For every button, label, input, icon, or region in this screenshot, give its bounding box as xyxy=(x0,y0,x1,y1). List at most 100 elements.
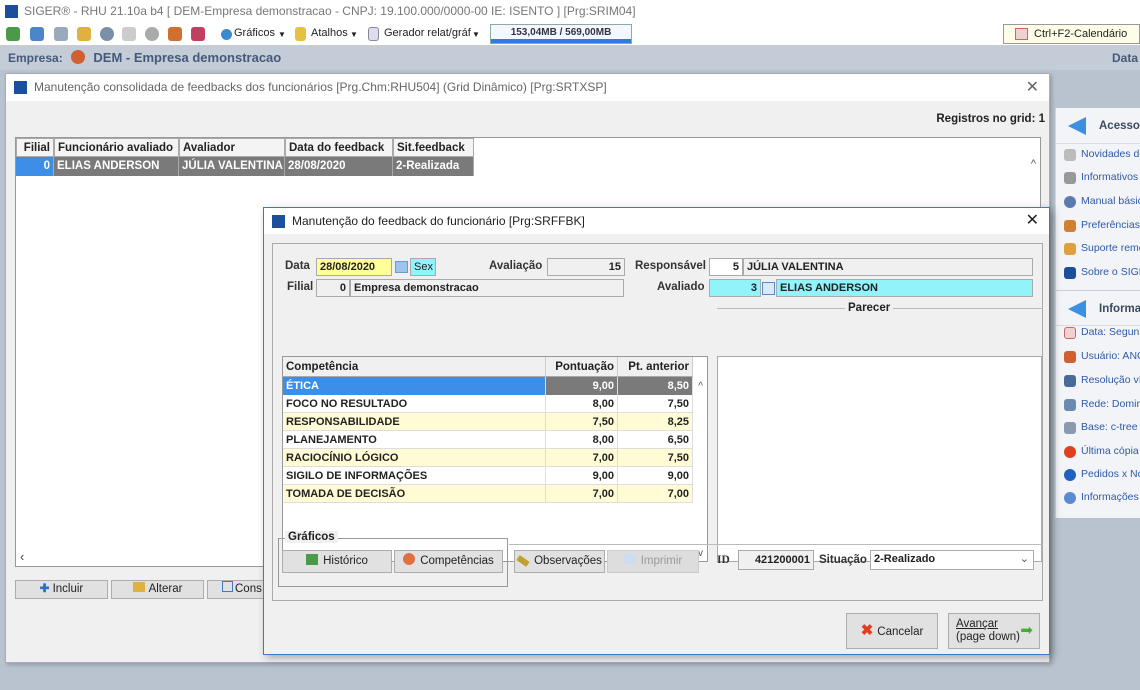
side-link[interactable]: Novidades de xyxy=(1064,148,1140,161)
parecer-label: Parecer xyxy=(845,302,894,314)
pontuacao-value[interactable]: 8,00 xyxy=(546,395,618,413)
competencia-name[interactable]: ÉTICA xyxy=(283,377,546,395)
historico-button[interactable]: Histórico xyxy=(282,550,392,573)
cancelar-button[interactable]: ✖ Cancelar xyxy=(846,613,938,649)
close-icon[interactable]: ✕ xyxy=(1026,74,1039,101)
main-title-bar: Manutenção consolidada de feedbacks dos … xyxy=(6,74,1049,101)
dialog-title-bar: Manutenção do feedback do funcionário [P… xyxy=(264,208,1049,234)
settings-icon[interactable] xyxy=(100,27,114,41)
exit-icon[interactable] xyxy=(6,27,20,41)
competencias-button[interactable]: Competências xyxy=(394,550,503,573)
imprimir-button[interactable]: Imprimir xyxy=(607,550,699,573)
competencia-row[interactable]: RACIOCÍNIO LÓGICO 7,00 7,50 xyxy=(283,449,693,467)
chat-icon[interactable] xyxy=(145,27,159,41)
side-link[interactable]: Suporte remo xyxy=(1064,242,1140,255)
bottom-divider xyxy=(509,544,1042,545)
competencias-table[interactable]: Competência Pontuação Pt. anterior ÉTICA… xyxy=(282,356,708,562)
competencia-row[interactable]: RESPONSABILIDADE 7,50 8,25 xyxy=(283,413,693,431)
collapse-arrow-icon xyxy=(1068,300,1086,318)
pontuacao-value[interactable]: 8,00 xyxy=(546,431,618,449)
competencia-row[interactable]: FOCO NO RESULTADO 8,00 7,50 xyxy=(283,395,693,413)
situacao-select[interactable]: 2-Realizado ⌄ xyxy=(870,550,1034,570)
col-pontuacao[interactable]: Pontuação xyxy=(546,357,618,377)
cell-filial[interactable]: 0 xyxy=(16,157,54,176)
pt-anterior-value[interactable]: 8,50 xyxy=(618,377,693,395)
cell-funcionario[interactable]: ELIAS ANDERSON xyxy=(54,157,179,176)
competencia-name[interactable]: RESPONSABILIDADE xyxy=(283,413,546,431)
competencia-name[interactable]: PLANEJAMENTO xyxy=(283,431,546,449)
pt-anterior-value[interactable]: 9,00 xyxy=(618,467,693,485)
gerador-menu[interactable]: Gerador relat/gráf xyxy=(384,27,471,39)
col-avaliador[interactable]: Avaliador xyxy=(179,138,285,157)
pt-anterior-value[interactable]: 8,25 xyxy=(618,413,693,431)
notes-icon[interactable] xyxy=(77,27,91,41)
lookup-icon[interactable] xyxy=(762,282,775,295)
avaliado-code-input[interactable]: 3 xyxy=(709,279,761,297)
data-input[interactable]: 28/08/2020 xyxy=(316,258,392,276)
scroll-up-icon[interactable]: ^ xyxy=(698,381,703,392)
pontuacao-value[interactable]: 7,00 xyxy=(546,449,618,467)
atalhos-menu[interactable]: Atalhos xyxy=(311,27,348,39)
mail-icon[interactable] xyxy=(122,27,136,41)
col-data[interactable]: Data do feedback xyxy=(285,138,393,157)
close-icon[interactable]: ✕ xyxy=(1026,208,1039,234)
search-icon xyxy=(222,581,233,592)
chart-icon xyxy=(306,554,319,565)
col-funcionario[interactable]: Funcionário avaliado xyxy=(54,138,179,157)
pt-anterior-value[interactable]: 7,00 xyxy=(618,485,693,503)
bookmark-icon[interactable] xyxy=(191,27,205,41)
chevron-down-icon: ▼ xyxy=(278,30,286,39)
info-header[interactable]: Informa xyxy=(1056,290,1140,326)
acesso-header[interactable]: Acesso xyxy=(1056,108,1140,144)
side-link[interactable]: Sobre o SIGE xyxy=(1064,266,1140,279)
calendar-icon[interactable] xyxy=(395,261,408,273)
parecer-textarea[interactable] xyxy=(717,356,1042,562)
cell-avaliador[interactable]: JÚLIA VALENTINA xyxy=(179,157,285,176)
calendar-shortcut[interactable]: Ctrl+F2-Calendário xyxy=(1003,24,1140,44)
side-info: Base: c-tree xyxy=(1064,421,1138,434)
calculator-icon[interactable] xyxy=(30,27,44,41)
consultar-button[interactable]: Cons xyxy=(207,580,267,599)
side-link[interactable]: Informativos xyxy=(1064,171,1138,184)
competencia-row[interactable]: ÉTICA 9,00 8,50 xyxy=(283,377,693,395)
responsavel-code-input[interactable]: 5 xyxy=(709,258,743,276)
competencia-row[interactable]: TOMADA DE DECISÃO 7,00 7,00 xyxy=(283,485,693,503)
side-link[interactable]: Preferências xyxy=(1064,219,1140,232)
col-filial[interactable]: Filial xyxy=(16,138,54,157)
info-globe-icon xyxy=(1064,492,1076,504)
side-info[interactable]: Última cópia d xyxy=(1064,445,1140,458)
scroll-left-icon[interactable]: ‹ xyxy=(20,549,24,564)
side-link[interactable]: Manual básico xyxy=(1064,195,1140,208)
help-icon[interactable] xyxy=(54,27,68,41)
pontuacao-value[interactable]: 7,50 xyxy=(546,413,618,431)
competencia-name[interactable]: SIGILO DE INFORMAÇÕES xyxy=(283,467,546,485)
scroll-up-icon[interactable]: ^ xyxy=(1031,158,1036,170)
graficos-label: Gráficos xyxy=(285,531,338,543)
competencia-row[interactable]: PLANEJAMENTO 8,00 6,50 xyxy=(283,431,693,449)
pontuacao-value[interactable]: 9,00 xyxy=(546,467,618,485)
user-prefs-icon xyxy=(1064,220,1076,232)
col-competencia[interactable]: Competência xyxy=(283,357,546,377)
cell-sit[interactable]: 2-Realizada xyxy=(393,157,474,176)
incluir-button[interactable]: ✚ Incluir xyxy=(15,580,108,599)
users-icon[interactable] xyxy=(168,27,182,41)
competencia-row[interactable]: SIGILO DE INFORMAÇÕES 9,00 9,00 xyxy=(283,467,693,485)
competencia-name[interactable]: RACIOCÍNIO LÓGICO xyxy=(283,449,546,467)
side-info[interactable]: Informações xyxy=(1064,491,1139,504)
pt-anterior-value[interactable]: 6,50 xyxy=(618,431,693,449)
avancar-button[interactable]: Avançar (page down) ➡ xyxy=(948,613,1040,649)
alterar-button[interactable]: Alterar xyxy=(111,580,204,599)
competencia-name[interactable]: FOCO NO RESULTADO xyxy=(283,395,546,413)
side-info[interactable]: Pedidos x No xyxy=(1064,468,1140,481)
pt-anterior-value[interactable]: 7,50 xyxy=(618,449,693,467)
col-pt-anterior[interactable]: Pt. anterior xyxy=(618,357,693,377)
cell-data[interactable]: 28/08/2020 xyxy=(285,157,393,176)
pontuacao-value[interactable]: 9,00 xyxy=(546,377,618,395)
observacoes-button[interactable]: Observações xyxy=(514,550,605,573)
graficos-menu[interactable]: Gráficos xyxy=(234,27,275,39)
competencia-name[interactable]: TOMADA DE DECISÃO xyxy=(283,485,546,503)
pt-anterior-value[interactable]: 7,50 xyxy=(618,395,693,413)
main-title: Manutenção consolidada de feedbacks dos … xyxy=(34,80,607,94)
pontuacao-value[interactable]: 7,00 xyxy=(546,485,618,503)
col-sit[interactable]: Sit.feedback xyxy=(393,138,474,157)
